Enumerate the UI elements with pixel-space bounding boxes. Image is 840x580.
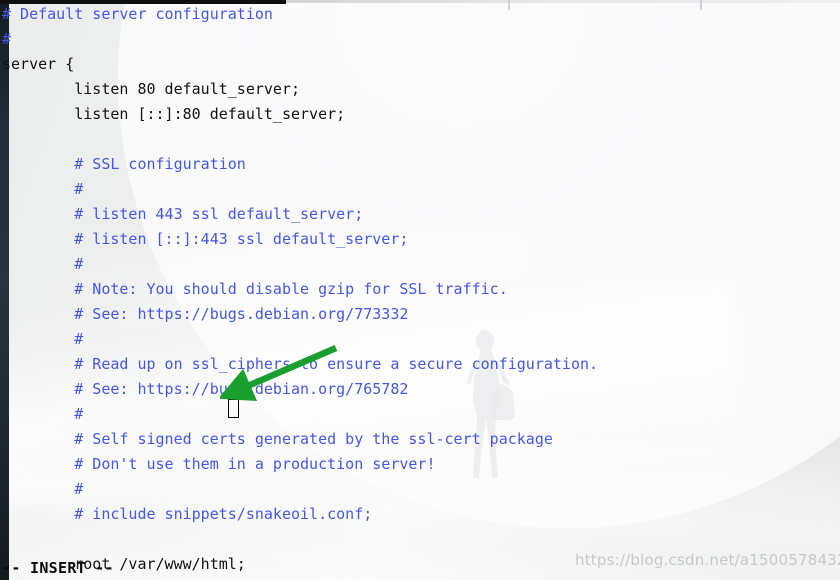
- code-line[interactable]: # Self signed certs generated by the ssl…: [2, 427, 553, 452]
- code-line[interactable]: # Note: You should disable gzip for SSL …: [2, 277, 508, 302]
- code-line[interactable]: # listen [::]:443 ssl default_server;: [2, 227, 408, 252]
- screen-root: # Default server configuration # server { …: [0, 0, 840, 580]
- code-line[interactable]: server {: [2, 52, 74, 77]
- vim-status-line: -- INSERT --: [2, 559, 114, 577]
- code-line[interactable]: #: [2, 27, 11, 52]
- code-line[interactable]: #: [2, 477, 83, 502]
- code-line[interactable]: # listen 443 ssl default_server;: [2, 202, 363, 227]
- code-line[interactable]: #: [2, 177, 83, 202]
- code-line[interactable]: # Don't use them in a production server!: [2, 452, 435, 477]
- csdn-watermark: https://blog.csdn.net/a15005784320: [575, 551, 840, 569]
- code-line[interactable]: #: [2, 327, 83, 352]
- code-line[interactable]: # SSL configuration: [2, 152, 246, 177]
- code-line[interactable]: # include snippets/snakeoil.conf;: [2, 502, 372, 527]
- code-line[interactable]: #: [2, 402, 83, 427]
- code-line[interactable]: listen 80 default_server;: [2, 77, 300, 102]
- editor-text-buffer[interactable]: # Default server configuration # server { …: [0, 0, 840, 573]
- code-line[interactable]: # See: https://bugs.debian.org/765782: [2, 377, 408, 402]
- code-line[interactable]: # Read up on ssl_ciphers to ensure a sec…: [2, 352, 598, 377]
- code-line[interactable]: #: [2, 252, 83, 277]
- vim-block-cursor: [228, 399, 239, 418]
- code-line[interactable]: listen [::]:80 default_server;: [2, 102, 345, 127]
- code-line[interactable]: # See: https://bugs.debian.org/773332: [2, 302, 408, 327]
- code-line[interactable]: # Default server configuration: [2, 2, 273, 27]
